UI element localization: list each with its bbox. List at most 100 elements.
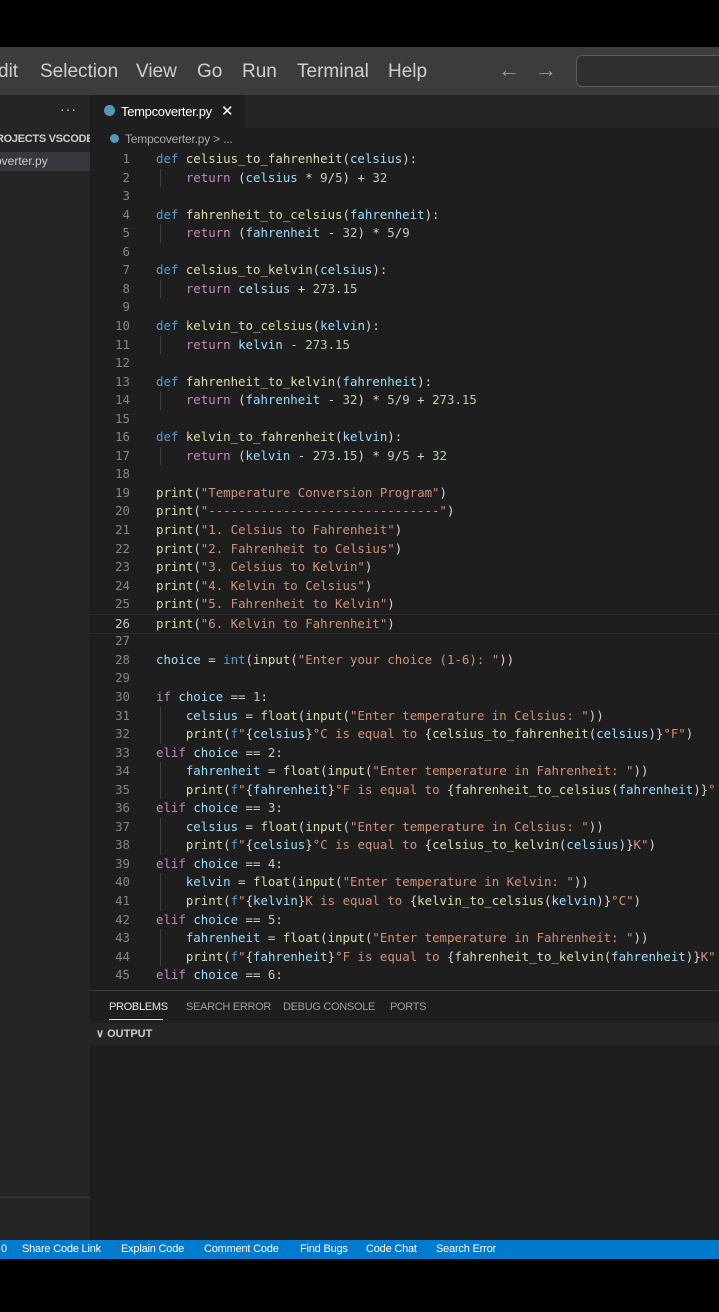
code-line[interactable]: 3 xyxy=(90,187,719,206)
code-line[interactable]: 6 xyxy=(90,243,719,262)
code-line[interactable]: 37 celsius = float(input("Enter temperat… xyxy=(90,818,719,837)
line-text: elif choice == 3: xyxy=(156,800,283,816)
code-line[interactable]: 18 xyxy=(90,465,719,484)
line-text: elif choice == 6: xyxy=(156,967,283,983)
code-line[interactable]: 20 print("-------------------------------… xyxy=(90,502,719,521)
code-line[interactable]: 16 def kelvin_to_fahrenheit(kelvin): xyxy=(90,428,719,447)
active-tab-indicator xyxy=(109,1019,163,1020)
indent-guide xyxy=(160,780,161,800)
code-line[interactable]: 42 elif choice == 5: xyxy=(90,911,719,930)
menu-selection[interactable]: Selection xyxy=(40,61,118,83)
line-text: fahrenheit = float(input("Enter temperat… xyxy=(185,763,649,779)
code-line[interactable]: 35 print(f"{fahrenheit}°F is equal to {f… xyxy=(90,781,719,800)
more-actions-icon[interactable]: ··· xyxy=(60,101,77,117)
line-number: 15 xyxy=(115,410,130,426)
indent-guide xyxy=(160,817,161,837)
line-number: 13 xyxy=(115,373,130,389)
menu-view[interactable]: View xyxy=(136,61,177,83)
status-comment-code[interactable]: Comment Code xyxy=(204,1243,279,1255)
line-text: def kelvin_to_celsius(kelvin): xyxy=(156,317,380,333)
line-text: return (fahrenheit - 32) * 5/9 xyxy=(185,225,410,241)
code-line[interactable]: 9 xyxy=(90,298,719,317)
line-number: 7 xyxy=(122,262,130,278)
status-find-bugs[interactable]: Find Bugs xyxy=(300,1243,348,1255)
explorer-section-title[interactable]: ROJECTS VSCODE xyxy=(0,133,90,145)
line-text: def celsius_to_kelvin(celsius): xyxy=(156,262,388,278)
menu-go[interactable]: Go xyxy=(197,61,222,83)
code-line[interactable]: 33 elif choice == 2: xyxy=(90,744,719,763)
code-line[interactable]: 15 xyxy=(90,410,719,429)
code-line[interactable]: 10 def kelvin_to_celsius(kelvin): xyxy=(90,317,719,336)
code-line[interactable]: 25 print("5. Fahrenheit to Kelvin") xyxy=(90,595,719,614)
code-line[interactable]: 32 print(f"{celsius}°C is equal to {cels… xyxy=(90,725,719,744)
output-section-header[interactable]: ∨ OUTPUT xyxy=(90,1023,719,1045)
code-line[interactable]: 13 def fahrenheit_to_kelvin(fahrenheit): xyxy=(90,373,719,392)
line-text: return (fahrenheit - 32) * 5/9 + 273.15 xyxy=(185,392,477,408)
code-line[interactable]: 36 elif choice == 3: xyxy=(90,799,719,818)
menu-edit[interactable]: dit xyxy=(0,61,18,83)
line-text: print("2. Fahrenheit to Celsius") xyxy=(156,540,403,556)
line-number: 34 xyxy=(115,763,130,779)
code-line[interactable]: 45 elif choice == 6: xyxy=(90,966,719,985)
back-arrow-icon[interactable]: ← xyxy=(498,57,520,83)
line-number: 25 xyxy=(115,596,130,612)
line-number: 5 xyxy=(122,225,130,241)
code-line[interactable]: 21 print("1. Celsius to Fahrenheit") xyxy=(90,521,719,540)
tab-search-error[interactable]: SEARCH ERROR xyxy=(186,1001,271,1013)
status-search-error[interactable]: Search Error xyxy=(436,1243,496,1255)
code-line[interactable]: 30 if choice == 1: xyxy=(90,688,719,707)
code-line[interactable]: 31 celsius = float(input("Enter temperat… xyxy=(90,707,719,726)
explorer-sidebar: ··· ROJECTS VSCODE overter.py xyxy=(0,95,90,1240)
code-line[interactable]: 44 print(f"{fahrenheit}°F is equal to {f… xyxy=(90,948,719,967)
code-line[interactable]: 14 return (fahrenheit - 32) * 5/9 + 273.… xyxy=(90,391,719,410)
status-share-code-link[interactable]: Share Code Link xyxy=(22,1243,101,1255)
code-line[interactable]: 26 print("6. Kelvin to Fahrenheit") xyxy=(90,613,719,635)
tab-debug-console[interactable]: DEBUG CONSOLE xyxy=(283,1001,375,1013)
line-number: 23 xyxy=(115,559,130,575)
code-line[interactable]: 11 return kelvin - 273.15 xyxy=(90,336,719,355)
line-text: print("5. Fahrenheit to Kelvin") xyxy=(156,596,395,612)
code-line[interactable]: 27 xyxy=(90,632,719,651)
line-number: 12 xyxy=(115,355,130,371)
code-line[interactable]: 2 return (celsius * 9/5) + 32 xyxy=(90,169,719,188)
code-line[interactable]: 24 print("4. Kelvin to Celsius") xyxy=(90,577,719,596)
code-line[interactable]: 22 print("2. Fahrenheit to Celsius") xyxy=(90,540,719,559)
code-line[interactable]: 1 def celsius_to_fahrenheit(celsius): xyxy=(90,150,719,169)
explorer-file-item[interactable]: overter.py xyxy=(0,152,90,171)
code-line[interactable]: 29 xyxy=(90,669,719,688)
code-line[interactable]: 28 choice = int(input("Enter your choice … xyxy=(90,651,719,670)
tab-ports[interactable]: PORTS xyxy=(390,1001,427,1013)
code-line[interactable]: 40 kelvin = float(input("Enter temperatu… xyxy=(90,873,719,892)
code-line[interactable]: 41 print(f"{kelvin}K is equal to {kelvin… xyxy=(90,892,719,911)
forward-arrow-icon[interactable]: → xyxy=(535,57,557,83)
code-line[interactable]: 34 fahrenheit = float(input("Enter tempe… xyxy=(90,762,719,781)
breadcrumb-text: Tempcoverter.py > ... xyxy=(125,132,233,146)
code-line[interactable]: 8 return celsius + 273.15 xyxy=(90,280,719,299)
tab-problems[interactable]: PROBLEMS xyxy=(109,1001,168,1013)
code-line[interactable]: 4 def fahrenheit_to_celsius(fahrenheit): xyxy=(90,206,719,225)
code-line[interactable]: 38 print(f"{celsius}°C is equal to {cels… xyxy=(90,836,719,855)
code-line[interactable]: 43 fahrenheit = float(input("Enter tempe… xyxy=(90,929,719,948)
code-line[interactable]: 7 def celsius_to_kelvin(celsius): xyxy=(90,261,719,280)
line-number: 36 xyxy=(115,800,130,816)
python-file-icon xyxy=(104,105,115,116)
code-line[interactable]: 5 return (fahrenheit - 32) * 5/9 xyxy=(90,224,719,243)
menu-terminal[interactable]: Terminal xyxy=(297,61,369,83)
status-explain-code[interactable]: Explain Code xyxy=(121,1243,184,1255)
code-line[interactable]: 39 elif choice == 4: xyxy=(90,855,719,874)
breadcrumb[interactable]: Tempcoverter.py > ... xyxy=(110,132,233,146)
line-number: 28 xyxy=(115,651,130,667)
command-center-search[interactable] xyxy=(576,55,719,87)
close-icon[interactable]: ✕ xyxy=(221,102,234,120)
tab-tempcoverter[interactable]: Tempcoverter.py ✕ xyxy=(90,95,245,128)
code-line[interactable]: 19 print("Temperature Conversion Program"… xyxy=(90,484,719,503)
line-number: 11 xyxy=(115,336,130,352)
status-problems-count[interactable]: 0 xyxy=(1,1243,7,1255)
status-code-chat[interactable]: Code Chat xyxy=(366,1243,417,1255)
code-line[interactable]: 12 xyxy=(90,354,719,373)
menu-help[interactable]: Help xyxy=(388,61,427,83)
code-line[interactable]: 23 print("3. Celsius to Kelvin") xyxy=(90,558,719,577)
line-text: print(f"{fahrenheit}°F is equal to {fahr… xyxy=(185,948,716,964)
code-line[interactable]: 17 return (kelvin - 273.15) * 9/5 + 32 xyxy=(90,447,719,466)
menu-run[interactable]: Run xyxy=(242,61,277,83)
